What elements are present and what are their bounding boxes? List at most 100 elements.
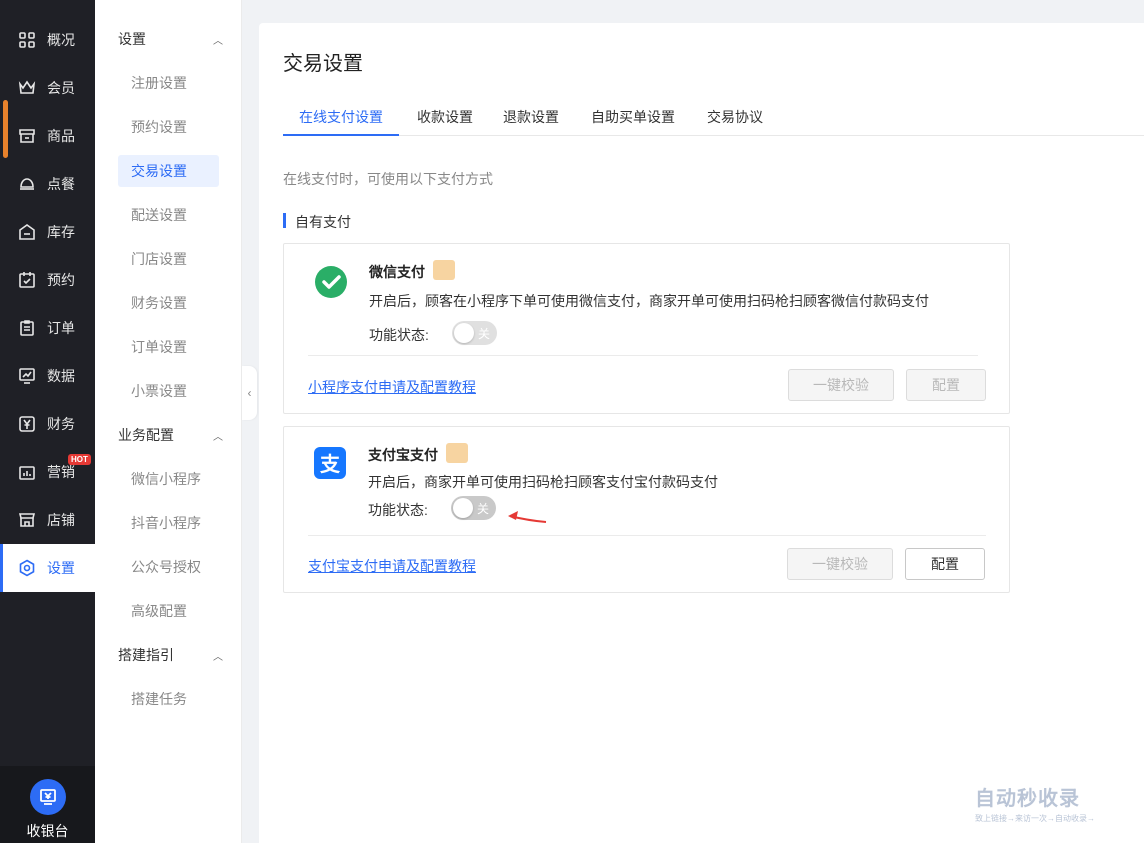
tab-bar: 在线支付设置 收款设置 退款设置 自助买单设置 交易协议 <box>283 103 1144 136</box>
wechat-verify-button[interactable]: 一键校验 <box>788 369 894 401</box>
nav-item-members[interactable]: 会员 <box>0 64 95 112</box>
nav-item-data[interactable]: 数据 <box>0 352 95 400</box>
watermark-subtext: 致上链接→来访一次→自动收录→ <box>975 814 1095 823</box>
blurred-badge <box>446 443 468 463</box>
clipboard-icon <box>18 319 36 337</box>
watermark: 自动秒收录 致上链接→来访一次→自动收录→ <box>975 782 1135 823</box>
watermark-text: 自动秒收录 <box>975 788 1080 810</box>
collapse-sidebar-handle[interactable]: ‹ <box>242 366 257 420</box>
alipay-config-button[interactable]: 配置 <box>905 548 985 580</box>
svg-text:支: 支 <box>320 452 341 476</box>
subnav-item-delivery[interactable]: 配送设置 <box>118 199 219 231</box>
nav-item-shop[interactable]: 店铺 <box>0 496 95 544</box>
subnav-item-build-task[interactable]: 搭建任务 <box>118 683 219 715</box>
tab-trade-agreement[interactable]: 交易协议 <box>691 103 779 136</box>
toggle-off-text: 关 <box>477 327 490 341</box>
nav-item-overview[interactable]: 概况 <box>0 16 95 64</box>
toggle-off-text: 关 <box>476 502 489 516</box>
wechat-config-button[interactable]: 配置 <box>906 369 986 401</box>
nav-item-label: 财务 <box>47 416 75 432</box>
alipay-status-label: 功能状态: <box>368 502 428 518</box>
card-divider <box>308 355 978 356</box>
crown-icon <box>18 79 36 97</box>
wechat-pay-icon <box>315 266 347 298</box>
nav-item-products[interactable]: 商品 <box>0 112 95 160</box>
annotation-arrow-icon <box>508 511 547 523</box>
alipay-icon: 支 <box>314 447 346 479</box>
tab-refund[interactable]: 退款设置 <box>487 103 575 136</box>
nav-item-booking[interactable]: 预约 <box>0 256 95 304</box>
cashier-icon <box>29 779 66 815</box>
tab-collection[interactable]: 收款设置 <box>401 103 489 136</box>
page-title: 交易设置 <box>283 53 363 75</box>
subnav-item-finance[interactable]: 财务设置 <box>118 287 219 319</box>
subnav-item-official-account[interactable]: 公众号授权 <box>118 551 219 583</box>
subnav-item-register[interactable]: 注册设置 <box>118 67 219 99</box>
online-payment-description: 在线支付时，可使用以下支付方式 <box>283 171 493 187</box>
nav-item-label: 店铺 <box>47 512 75 528</box>
nav-item-label: 库存 <box>47 224 75 240</box>
nav-item-label: 订单 <box>47 320 75 336</box>
nav-item-finance[interactable]: 财务 <box>0 400 95 448</box>
wechat-status-label: 功能状态: <box>369 327 429 343</box>
tab-online-payment[interactable]: 在线支付设置 <box>283 103 399 136</box>
bar-chart-icon <box>18 463 36 481</box>
nav-item-ordering[interactable]: 点餐 <box>0 160 95 208</box>
shop-icon <box>18 511 36 529</box>
subnav-item-trade[interactable]: 交易设置 <box>118 155 219 187</box>
grid-icon <box>18 31 36 49</box>
calendar-check-icon <box>18 271 36 289</box>
toggle-knob <box>453 498 473 518</box>
subnav-group-label: 搭建指引 <box>118 647 174 663</box>
main-content: 交易设置 在线支付设置 收款设置 退款设置 自助买单设置 交易协议 在线支付时，… <box>259 23 1144 843</box>
card-divider <box>308 535 986 536</box>
nav-item-label: 商品 <box>47 128 75 144</box>
settings-icon <box>18 559 36 577</box>
subnav-item-receipt[interactable]: 小票设置 <box>118 375 219 407</box>
nav-item-label: 会员 <box>47 80 75 96</box>
settings-subnav: 设置 ︿ 注册设置 预约设置 交易设置 配送设置 门店设置 财务设置 订单设置 … <box>95 0 242 843</box>
yen-icon <box>18 415 36 433</box>
wechat-pay-toggle[interactable]: 关 <box>452 321 497 345</box>
chevron-left-icon: ‹ <box>247 386 252 400</box>
chevron-up-icon: ︿ <box>213 35 223 47</box>
alipay-description: 开启后，商家开单可使用扫码枪扫顾客支付宝付款码支付 <box>368 474 718 490</box>
section-title: 自有支付 <box>283 212 351 232</box>
nav-item-label: 设置 <box>47 560 75 576</box>
subnav-item-wechat-mini[interactable]: 微信小程序 <box>118 463 219 495</box>
warehouse-icon <box>18 223 36 241</box>
store-icon <box>18 127 36 145</box>
dish-icon <box>18 175 36 193</box>
nav-item-label: 点餐 <box>47 176 75 192</box>
nav-item-label: 概况 <box>47 32 75 48</box>
nav-item-label: 营销 <box>47 464 75 480</box>
main-nav: 概况 会员 商品 点餐 库存 预约 订单 数据 财务 营销 HOT 店铺 设置 … <box>0 0 95 843</box>
subnav-item-douyin-mini[interactable]: 抖音小程序 <box>118 507 219 539</box>
subnav-group-settings[interactable]: 设置 ︿ <box>118 28 223 50</box>
cashier-button[interactable]: 收银台 <box>0 766 95 843</box>
chevron-up-icon: ︿ <box>213 431 223 443</box>
subnav-item-booking[interactable]: 预约设置 <box>118 111 219 143</box>
subnav-group-business[interactable]: 业务配置 ︿ <box>118 424 223 446</box>
alipay-tutorial-link[interactable]: 支付宝支付申请及配置教程 <box>308 556 476 576</box>
wechat-pay-card: 微信支付 开启后，顾客在小程序下单可使用微信支付，商家开单可使用扫码枪扫顾客微信… <box>283 243 1010 414</box>
subnav-group-guide[interactable]: 搭建指引 ︿ <box>118 644 223 666</box>
subnav-item-order[interactable]: 订单设置 <box>118 331 219 363</box>
subnav-item-advanced[interactable]: 高级配置 <box>118 595 219 627</box>
nav-item-inventory[interactable]: 库存 <box>0 208 95 256</box>
alipay-card: 支 支付宝支付 开启后，商家开单可使用扫码枪扫顾客支付宝付款码支付 功能状态: … <box>283 426 1010 593</box>
subnav-group-label: 业务配置 <box>118 427 174 443</box>
cashier-label: 收银台 <box>26 823 69 839</box>
alipay-verify-button[interactable]: 一键校验 <box>787 548 893 580</box>
tab-self-checkout[interactable]: 自助买单设置 <box>575 103 691 136</box>
hot-badge: HOT <box>68 454 91 465</box>
subnav-item-store[interactable]: 门店设置 <box>118 243 219 275</box>
wechat-tutorial-link[interactable]: 小程序支付申请及配置教程 <box>308 377 476 397</box>
alipay-toggle[interactable]: 关 <box>451 496 496 520</box>
subnav-group-label: 设置 <box>118 31 146 47</box>
nav-item-orders[interactable]: 订单 <box>0 304 95 352</box>
nav-item-settings[interactable]: 设置 <box>0 544 95 592</box>
alipay-title: 支付宝支付 <box>368 447 438 463</box>
nav-item-label: 数据 <box>47 368 75 384</box>
chart-icon <box>18 367 36 385</box>
